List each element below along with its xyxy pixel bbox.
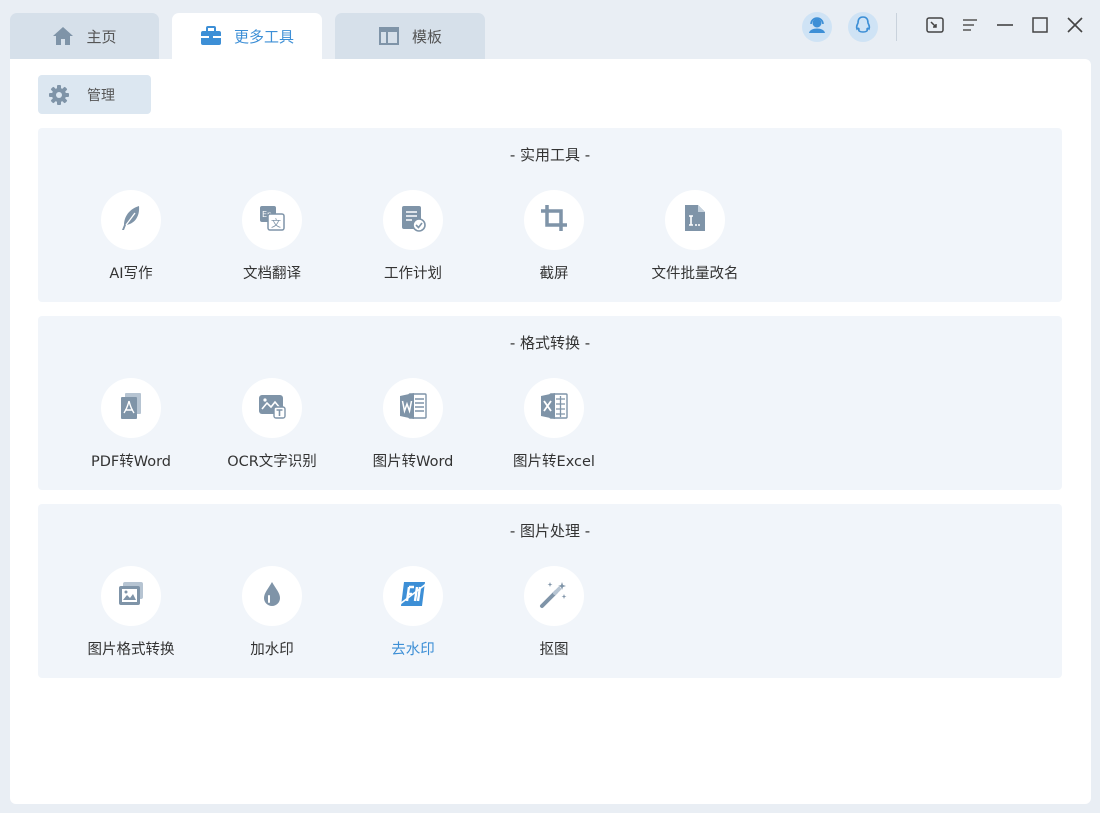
mini-mode-button[interactable] [924, 16, 946, 38]
file-rename-icon [680, 203, 710, 237]
section-image-processing: - 图片处理 - 图片格式转换 加水印 去水印 抠图 [38, 504, 1062, 678]
tab-home[interactable]: 主页 [10, 13, 159, 59]
translate-icon: En 文 [257, 203, 287, 237]
plan-checklist-icon [398, 203, 428, 237]
tool-label: 图片格式转换 [87, 642, 175, 658]
tool-label: PDF转Word [90, 454, 172, 470]
tool-pdf-to-word[interactable]: PDF转Word [66, 378, 196, 471]
tool-doc-translate[interactable]: En 文 文档翻译 [207, 190, 337, 283]
tool-screenshot[interactable]: 截屏 [489, 190, 619, 283]
tool-image-format-convert[interactable]: 图片格式转换 [66, 566, 196, 659]
window-controls [786, 10, 1086, 44]
section-title: - 实用工具 - [509, 146, 591, 164]
tool-label: 图片转Word [372, 454, 454, 470]
magic-wand-icon [538, 578, 570, 614]
image-convert-icon [115, 578, 147, 614]
excel-icon [538, 390, 570, 426]
feather-icon [116, 203, 146, 237]
maximize-icon [1030, 15, 1050, 39]
word-icon [397, 390, 429, 426]
tab-more-tools[interactable]: 更多工具 [172, 13, 322, 59]
divider [896, 13, 897, 41]
tool-cutout[interactable]: 抠图 [489, 566, 619, 659]
title-bar: 主页 更多工具 模板 [0, 0, 1100, 59]
manage-button[interactable]: 管理 [38, 75, 151, 114]
tool-batch-rename[interactable]: 文件批量改名 [630, 190, 760, 283]
gear-icon [48, 84, 70, 106]
tool-label: 加水印 [250, 642, 294, 658]
tool-label: 工作计划 [384, 266, 442, 282]
tool-label: AI写作 [109, 266, 153, 282]
tool-label: 文件批量改名 [651, 266, 739, 282]
tab-label: 更多工具 [233, 27, 294, 46]
water-drop-icon [257, 579, 287, 613]
tool-label: 截屏 [539, 266, 569, 282]
pdf-icon [116, 391, 146, 425]
tab-label: 主页 [86, 27, 117, 46]
tool-image-to-word[interactable]: 图片转Word [348, 378, 478, 471]
tab-label: 模板 [411, 27, 442, 46]
crop-icon [538, 202, 570, 238]
tool-work-plan[interactable]: 工作计划 [348, 190, 478, 283]
mini-window-icon [925, 15, 945, 39]
manage-label: 管理 [87, 87, 115, 104]
tool-remove-watermark[interactable]: 去水印 [348, 566, 478, 659]
qq-icon [853, 15, 873, 39]
maximize-button[interactable] [1029, 16, 1051, 38]
remove-watermark-icon [397, 578, 429, 614]
briefcase-icon [200, 25, 222, 47]
tool-ocr[interactable]: OCR文字识别 [207, 378, 337, 471]
user-service-button[interactable] [802, 12, 832, 42]
section-format-conversion: - 格式转换 - PDF转Word OCR文字识别 图片转Word 图片转Exc… [38, 316, 1062, 490]
tool-label: 文档翻译 [243, 266, 301, 282]
home-icon [52, 25, 74, 47]
main-panel: 管理 - 实用工具 - AI写作 En 文 文档翻译 工作计划 截屏 文件批量改… [10, 59, 1091, 804]
tool-label: 去水印 [391, 642, 435, 658]
close-icon [1065, 15, 1085, 39]
tool-label: 图片转Excel [513, 454, 595, 470]
menu-lines-icon [960, 15, 980, 39]
tool-add-watermark[interactable]: 加水印 [207, 566, 337, 659]
menu-button[interactable] [959, 16, 981, 38]
tab-template[interactable]: 模板 [335, 13, 485, 59]
template-icon [378, 25, 400, 47]
svg-text:文: 文 [271, 217, 281, 230]
tool-label: 抠图 [539, 642, 569, 658]
tool-ai-writing[interactable]: AI写作 [66, 190, 196, 283]
minimize-button[interactable] [994, 16, 1016, 38]
customer-service-icon [807, 15, 827, 39]
qq-button[interactable] [848, 12, 878, 42]
close-button[interactable] [1064, 16, 1086, 38]
section-title: - 图片处理 - [509, 522, 591, 540]
section-title: - 格式转换 - [509, 334, 591, 352]
minimize-icon [995, 15, 1015, 39]
ocr-image-text-icon [256, 390, 288, 426]
tool-label: OCR文字识别 [227, 454, 317, 470]
tool-image-to-excel[interactable]: 图片转Excel [489, 378, 619, 471]
section-utility-tools: - 实用工具 - AI写作 En 文 文档翻译 工作计划 截屏 文件批量改名 [38, 128, 1062, 302]
